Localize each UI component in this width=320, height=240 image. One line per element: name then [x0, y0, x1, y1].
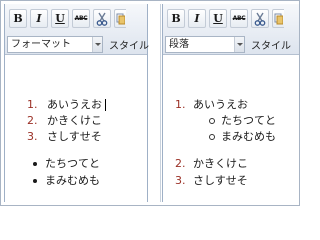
underline-button[interactable]: U	[51, 9, 69, 28]
list-number: 1.	[27, 98, 38, 111]
format-select[interactable]: 段落	[165, 35, 245, 53]
bullet-icon	[33, 162, 37, 166]
style-select-label[interactable]: スタイル	[251, 37, 291, 52]
underline-button[interactable]: U	[209, 9, 227, 28]
list-text: まみむめも	[45, 174, 100, 187]
strikethrough-button[interactable]: ABC	[230, 9, 248, 28]
list-text: たちつてと	[221, 114, 276, 127]
right-content-area[interactable]: 1. あいうえお たちつてと まみむめも 2. かきくけこ 3. さしすせそ	[163, 55, 299, 202]
list-text: かきくけこ	[47, 114, 102, 127]
format-select-value: 段落	[169, 38, 189, 50]
circle-bullet-icon	[209, 118, 215, 124]
list-text: あいうえお	[193, 98, 248, 111]
chevron-down-icon[interactable]	[92, 36, 102, 52]
scissors-icon	[96, 12, 108, 26]
list-text: かきくけこ	[193, 157, 248, 170]
right-editor: B I U ABC 段落 スタイル 1. あいうえお たちつてと まみむめも 2…	[162, 4, 299, 202]
scissors-icon	[254, 12, 266, 26]
copy-button[interactable]	[272, 9, 284, 28]
list-text: たちつてと	[45, 157, 100, 170]
list-text: さしすせそ	[47, 130, 102, 143]
chevron-down-icon[interactable]	[234, 36, 244, 52]
list-text: あいうえお	[47, 98, 102, 111]
list-number: 2.	[27, 114, 38, 127]
bold-button[interactable]: B	[167, 9, 185, 28]
format-select[interactable]: フォーマット	[7, 35, 103, 53]
italic-button[interactable]: I	[188, 9, 206, 28]
copy-icon	[116, 13, 125, 24]
list-number: 1.	[175, 98, 186, 111]
copy-icon	[274, 13, 283, 24]
text-caret	[105, 99, 106, 111]
bullet-icon	[33, 179, 37, 183]
format-select-value: フォーマット	[11, 38, 71, 50]
copy-button[interactable]	[114, 9, 126, 28]
left-editor: B I U ABC フォーマット スタイル 1. あいうえお 2. かきくけこ …	[4, 4, 149, 202]
list-number: 3.	[27, 130, 38, 143]
italic-button[interactable]: I	[30, 9, 48, 28]
list-number: 2.	[175, 157, 186, 170]
style-select-label[interactable]: スタイル	[109, 37, 149, 52]
circle-bullet-icon	[209, 134, 215, 140]
cut-button[interactable]	[251, 9, 269, 28]
strikethrough-button[interactable]: ABC	[72, 9, 90, 28]
left-toolbar: B I U ABC フォーマット スタイル	[5, 4, 149, 55]
bold-button[interactable]: B	[9, 9, 27, 28]
list-text: さしすせそ	[193, 174, 248, 187]
cut-button[interactable]	[93, 9, 111, 28]
left-content-area[interactable]: 1. あいうえお 2. かきくけこ 3. さしすせそ たちつてと まみむめも	[5, 55, 147, 202]
right-toolbar: B I U ABC 段落 スタイル	[163, 4, 299, 55]
list-number: 3.	[175, 174, 186, 187]
list-text: まみむめも	[221, 130, 276, 143]
panel-divider	[160, 4, 161, 202]
